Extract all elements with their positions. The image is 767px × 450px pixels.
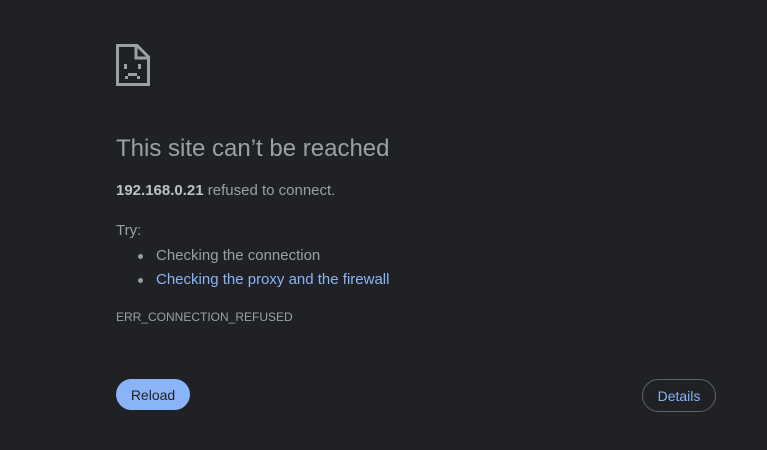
error-message-suffix: refused to connect. [203, 182, 336, 199]
bullet-icon [138, 254, 143, 259]
bullet-icon [138, 278, 143, 283]
suggestion-text: Checking the connection [156, 247, 321, 264]
try-label: Try: [116, 222, 142, 239]
page-title: This site can’t be reached [116, 135, 390, 162]
suggestion-check-connection: Checking the connection [116, 244, 389, 268]
suggestion-check-proxy-firewall[interactable]: Checking the proxy and the firewall [116, 268, 389, 292]
proxy-firewall-link[interactable]: Checking the proxy and the firewall [156, 271, 389, 288]
reload-button[interactable]: Reload [116, 379, 190, 410]
details-button[interactable]: Details [642, 379, 716, 412]
error-code: ERR_CONNECTION_REFUSED [116, 310, 293, 324]
sad-document-icon [116, 44, 150, 86]
suggestion-list: Checking the connection Checking the pro… [116, 244, 389, 292]
error-message: 192.168.0.21 refused to connect. [116, 181, 335, 201]
host-address: 192.168.0.21 [116, 182, 204, 199]
